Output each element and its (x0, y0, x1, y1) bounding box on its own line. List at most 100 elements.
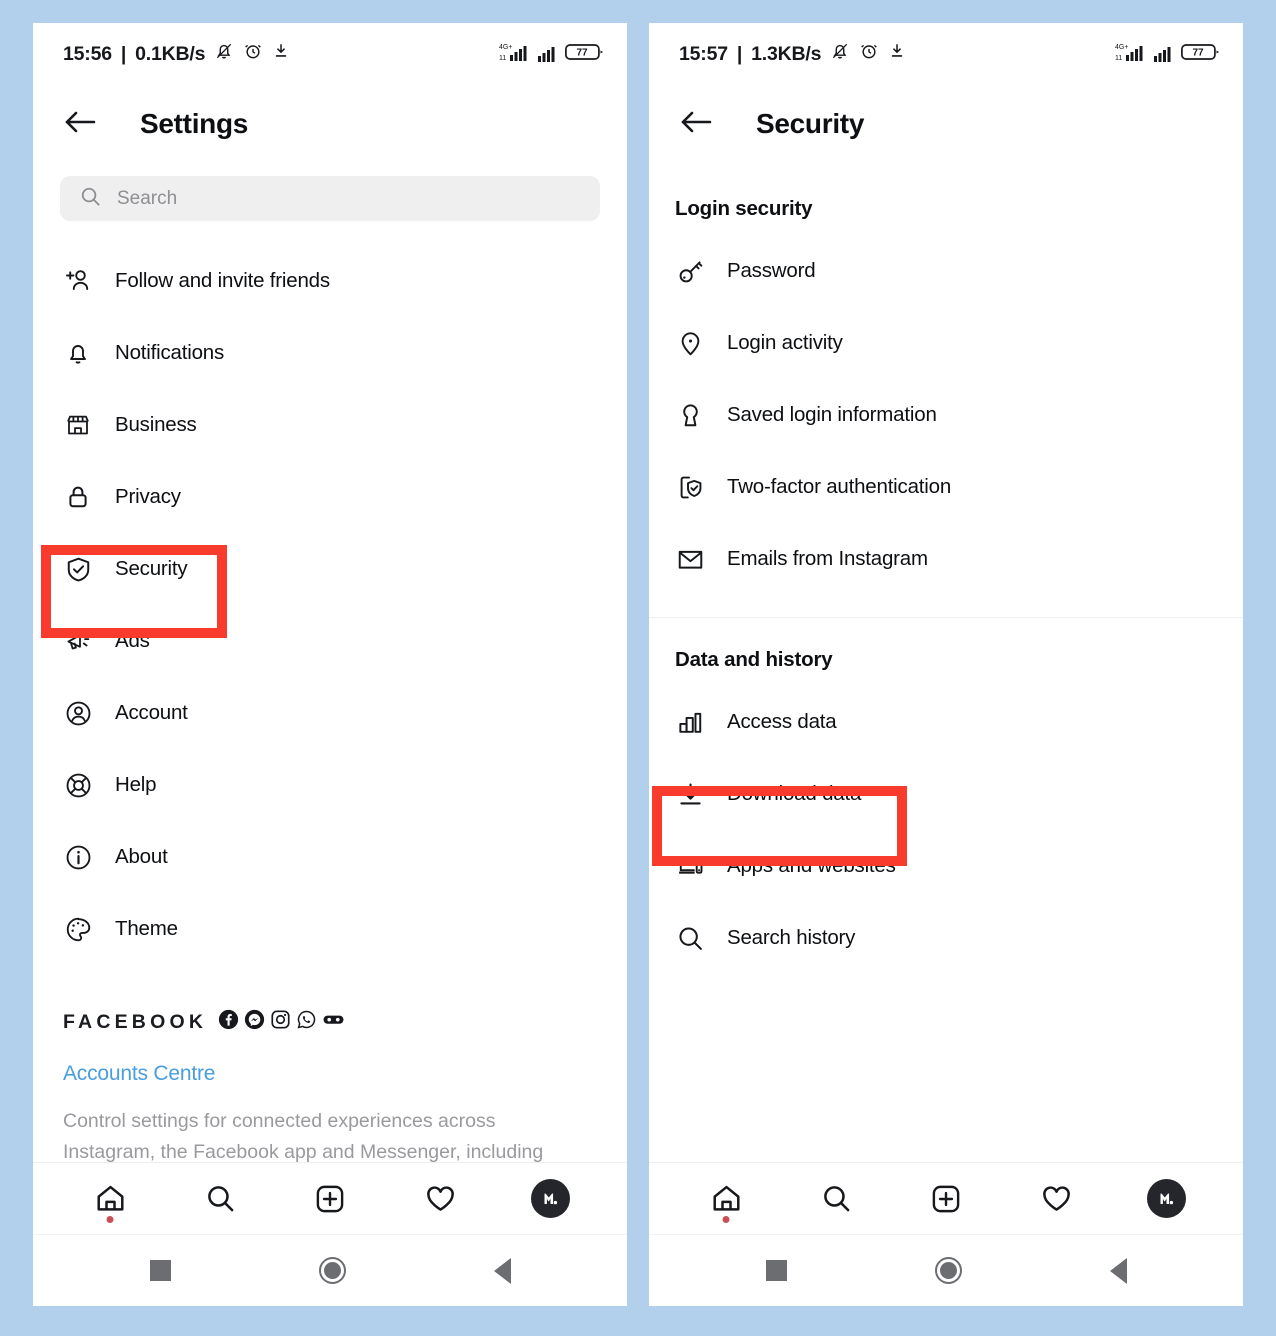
facebook-icon (218, 1009, 239, 1035)
plus-square-icon (932, 1185, 960, 1212)
status-bar: 15:57 | 1.3KB/s 4G+ 11 77 (649, 23, 1243, 85)
menu-item-label: Notifications (115, 341, 225, 364)
screenshot-stage: 15:56 | 0.1KB/s 4G+ 11 77 Settings Searc… (0, 0, 1276, 1336)
battery-icon: 77 (1181, 41, 1221, 68)
tab-profile[interactable] (1130, 1169, 1202, 1229)
menu-item-label: Account (115, 701, 188, 724)
menu-item-label: Business (115, 413, 197, 436)
menu-item-label: Security (115, 557, 188, 580)
menu-item-label: Emails from Instagram (727, 547, 928, 570)
tab-search[interactable] (800, 1169, 872, 1229)
download-icon (272, 42, 290, 66)
shield-check-icon (63, 554, 93, 584)
battery-icon: 77 (565, 41, 605, 68)
instagram-icon (270, 1009, 291, 1035)
tab-search[interactable] (184, 1169, 256, 1229)
battery-level: 77 (576, 47, 588, 58)
tab-activity[interactable] (404, 1169, 476, 1229)
facebook-heading-row: FACEBOOK (63, 1009, 627, 1035)
menu-item-help[interactable]: Help (33, 749, 627, 821)
status-network-speed: 0.1KB/s (135, 42, 206, 65)
section-title: Login security (675, 197, 813, 220)
circle-icon[interactable] (318, 1257, 346, 1284)
tab-home[interactable] (690, 1169, 762, 1229)
menu-item-privacy[interactable]: Privacy (33, 461, 627, 533)
menu-item-two-factor-authentication[interactable]: Two-factor authentication (649, 451, 1243, 523)
menu-item-access-data[interactable]: Access data (649, 686, 1243, 758)
page-title: Settings (140, 108, 249, 139)
login-security-list: Password Login activity Saved login info… (649, 221, 1243, 595)
menu-item-label: Access data (727, 710, 837, 733)
palette-icon (63, 914, 93, 944)
menu-item-ads[interactable]: Ads (33, 605, 627, 677)
menu-item-label: Download data (727, 782, 862, 805)
section-title: Data and history (675, 648, 833, 671)
menu-item-label: Password (727, 259, 816, 282)
menu-item-theme[interactable]: Theme (33, 893, 627, 965)
info-circle-icon (63, 842, 93, 872)
triangle-left-icon[interactable] (1109, 1257, 1127, 1284)
avatar-icon (530, 1179, 570, 1218)
menu-item-label: About (115, 845, 168, 868)
menu-item-saved-login-information[interactable]: Saved login information (649, 379, 1243, 451)
tab-activity[interactable] (1020, 1169, 1092, 1229)
back-arrow-icon[interactable] (63, 109, 97, 140)
search-input[interactable]: Search (60, 176, 600, 221)
android-navbar (33, 1234, 627, 1306)
bell-off-icon (214, 41, 234, 67)
menu-item-emails-from-instagram[interactable]: Emails from Instagram (649, 523, 1243, 595)
menu-item-label: Two-factor authentication (727, 475, 952, 498)
menu-item-password[interactable]: Password (649, 235, 1243, 307)
bar-chart-icon (675, 707, 705, 737)
status-bar-right: 4G+ 11 77 (1115, 41, 1221, 68)
menu-item-search-history[interactable]: Search history (649, 902, 1243, 974)
menu-item-notifications[interactable]: Notifications (33, 317, 627, 389)
svg-text:4G+: 4G+ (1115, 44, 1128, 51)
oculus-icon (322, 1009, 345, 1035)
home-icon (96, 1185, 124, 1211)
bottom-tabbar (649, 1162, 1243, 1234)
right-header: Security (649, 85, 1243, 163)
menu-item-login-activity[interactable]: Login activity (649, 307, 1243, 379)
triangle-left-icon[interactable] (493, 1257, 511, 1284)
back-arrow-icon[interactable] (679, 109, 713, 140)
bell-icon (63, 338, 93, 368)
tab-create[interactable] (910, 1169, 982, 1229)
square-icon[interactable] (765, 1260, 787, 1281)
tab-create[interactable] (294, 1169, 366, 1229)
signal-4g-icon: 4G+ 11 (1115, 41, 1147, 68)
search-icon (79, 185, 102, 213)
accounts-centre-link[interactable]: Accounts Centre (63, 1062, 627, 1086)
menu-item-apps-and-websites[interactable]: Apps and websites (649, 830, 1243, 902)
home-icon (712, 1185, 740, 1211)
home-notification-dot (106, 1215, 114, 1223)
status-time: 15:57 (679, 42, 728, 65)
status-bar-right: 4G+ 11 77 (499, 41, 605, 68)
plus-square-icon (316, 1185, 344, 1212)
circle-icon[interactable] (934, 1257, 962, 1284)
search-placeholder: Search (117, 187, 178, 209)
menu-item-account[interactable]: Account (33, 677, 627, 749)
page-title: Security (756, 108, 865, 139)
facebook-description-line-1: Control settings for connected experienc… (63, 1110, 496, 1132)
menu-item-label: Saved login information (727, 403, 937, 426)
avatar-icon (1146, 1179, 1186, 1218)
square-icon[interactable] (149, 1260, 171, 1281)
menu-item-download-data[interactable]: Download data (649, 758, 1243, 830)
megaphone-icon (63, 626, 93, 656)
menu-item-security[interactable]: Security (33, 533, 627, 605)
menu-item-business[interactable]: Business (33, 389, 627, 461)
location-pin-icon (675, 328, 705, 358)
facebook-description: Control settings for connected experienc… (63, 1106, 593, 1168)
svg-text:11: 11 (499, 55, 506, 62)
menu-item-label: Follow and invite friends (115, 269, 330, 292)
status-bar: 15:56 | 0.1KB/s 4G+ 11 77 (33, 23, 627, 85)
tab-profile[interactable] (514, 1169, 586, 1229)
search-icon (207, 1186, 233, 1212)
key-icon (675, 256, 705, 286)
tab-home[interactable] (74, 1169, 146, 1229)
status-bar-left: 15:57 | 1.3KB/s (679, 41, 906, 67)
menu-item-follow-and-invite-friends[interactable]: Follow and invite friends (33, 245, 627, 317)
menu-item-about[interactable]: About (33, 821, 627, 893)
brand-icon-row (218, 1009, 345, 1035)
